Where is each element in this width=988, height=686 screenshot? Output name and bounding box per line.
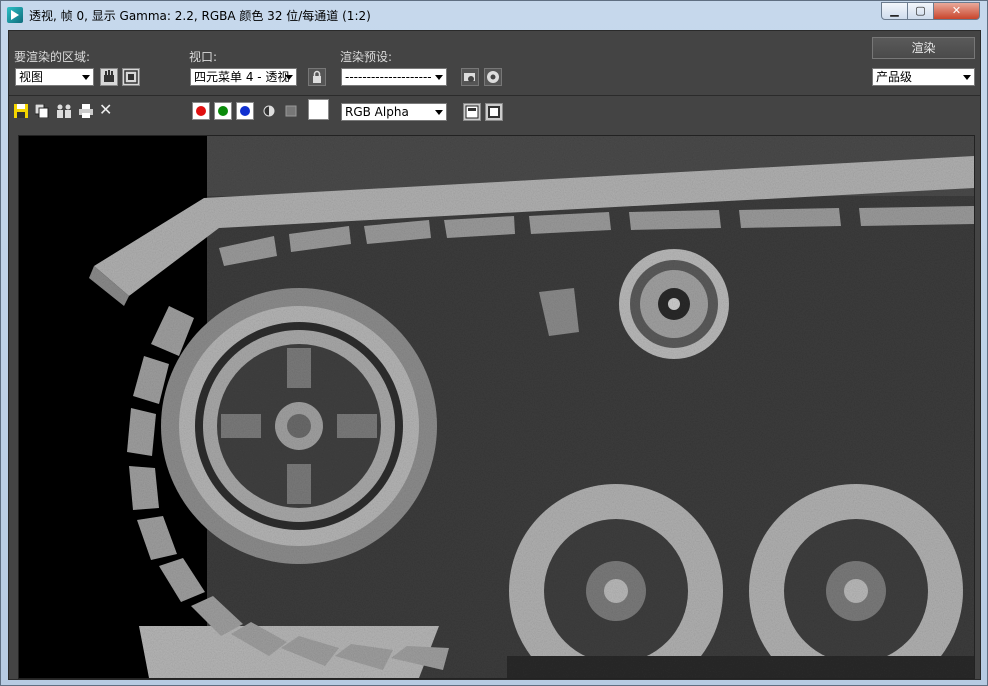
maximize-button[interactable]: ▢: [907, 2, 934, 20]
render-button[interactable]: 渲染: [872, 37, 975, 59]
viewport-label: 视口:: [189, 50, 218, 64]
blue-dot-icon: [240, 106, 250, 116]
red-channel-toggle[interactable]: [192, 102, 210, 120]
area-label: 要渲染的区域:: [14, 50, 91, 64]
preset-dropdown[interactable]: --------------------: [341, 68, 447, 86]
app-logo-icon: [7, 7, 23, 23]
viewport-dropdown[interactable]: 四元菜单 4 - 透视: [190, 68, 297, 86]
red-dot-icon: [196, 106, 206, 116]
lock-viewport-button[interactable]: [308, 68, 326, 86]
chevron-down-icon: [285, 75, 293, 80]
render-viewport[interactable]: [18, 135, 975, 679]
preset-dropdown-value: --------------------: [345, 70, 432, 84]
render-panel: 要渲染的区域: 视口: 渲染预设: 视图 四元菜单 4 - 透视 -------…: [8, 30, 981, 680]
teapot-icon: [464, 73, 475, 82]
alpha-toggle-icon[interactable]: [262, 104, 276, 118]
channel-dropdown[interactable]: RGB Alpha: [341, 103, 447, 121]
monochrome-icon[interactable]: [284, 104, 298, 118]
copy-icon[interactable]: [34, 103, 49, 119]
lock-icon: [313, 70, 321, 83]
channel-dropdown-value: RGB Alpha: [345, 105, 409, 119]
viewport-dropdown-value: 四元菜单 4 - 透视: [194, 70, 290, 84]
minimize-button[interactable]: ▁: [881, 2, 908, 20]
print-icon[interactable]: [79, 104, 93, 118]
clone-icon[interactable]: [56, 104, 71, 118]
toggle-ui-button[interactable]: [485, 103, 503, 121]
rendered-image: [19, 136, 974, 678]
region-select-icon: [124, 70, 138, 84]
preset-label: 渲染预设:: [340, 50, 393, 64]
window-icon: [465, 105, 479, 119]
green-dot-icon: [218, 106, 228, 116]
close-button[interactable]: ✕: [933, 2, 980, 20]
image-toolbar: ✕ RGB Alpha: [9, 96, 980, 126]
panel-icon: [488, 106, 500, 118]
auto-region-button[interactable]: [122, 68, 140, 86]
environment-button[interactable]: [484, 68, 502, 86]
chevron-down-icon: [963, 75, 971, 80]
chevron-down-icon: [435, 75, 443, 80]
green-channel-toggle[interactable]: [214, 102, 232, 120]
close-icon[interactable]: ✕: [99, 102, 115, 118]
gear-icon: [487, 71, 499, 83]
edit-region-button[interactable]: [100, 68, 118, 86]
chevron-down-icon: [435, 110, 443, 115]
quality-dropdown-value: 产品级: [876, 70, 913, 84]
window-title: 透视, 帧 0, 显示 Gamma: 2.2, RGBA 颜色 32 位/每通道…: [29, 9, 371, 23]
blue-channel-toggle[interactable]: [236, 102, 254, 120]
save-icon[interactable]: [14, 104, 28, 118]
quality-dropdown[interactable]: 产品级: [872, 68, 975, 86]
area-dropdown[interactable]: 视图: [15, 68, 94, 86]
toggle-ui-overlay-button[interactable]: [463, 103, 481, 121]
render-frame-window: 透视, 帧 0, 显示 Gamma: 2.2, RGBA 颜色 32 位/每通道…: [0, 0, 988, 686]
render-setup-button[interactable]: [461, 68, 479, 86]
title-bar[interactable]: 透视, 帧 0, 显示 Gamma: 2.2, RGBA 颜色 32 位/每通道…: [1, 1, 987, 29]
hand-icon: [104, 70, 114, 82]
color-swatch[interactable]: [308, 99, 329, 120]
chevron-down-icon: [82, 75, 90, 80]
